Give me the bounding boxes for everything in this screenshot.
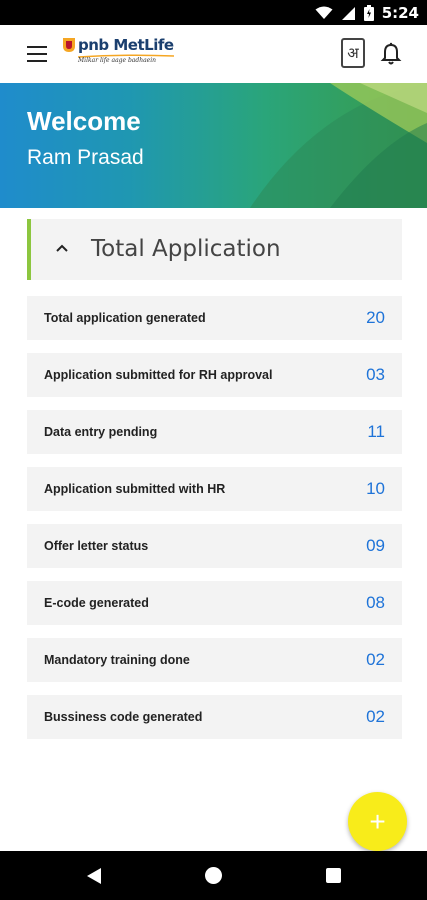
row-value: 09: [366, 536, 385, 555]
list-item[interactable]: Application submitted with HR 10: [27, 467, 402, 511]
row-label: E-code generated: [44, 596, 149, 610]
language-icon: अ: [347, 44, 359, 62]
logo-tagline: Milkar life aage badhaein: [78, 57, 156, 64]
row-value: 02: [366, 650, 385, 669]
status-time: 5:24: [381, 4, 419, 22]
bell-icon[interactable]: [380, 42, 402, 66]
list-item[interactable]: Bussiness code generated 02: [27, 695, 402, 739]
row-label: Data entry pending: [44, 425, 158, 439]
row-value: 02: [366, 707, 385, 726]
menu-icon[interactable]: [27, 46, 47, 62]
battery-icon: [363, 5, 374, 21]
row-value: 20: [366, 308, 385, 327]
home-icon[interactable]: [205, 867, 222, 884]
list-item[interactable]: Application submitted for RH approval 03: [27, 353, 402, 397]
logo-text: pnb MetLife: [78, 36, 174, 54]
list-item[interactable]: Offer letter status 09: [27, 524, 402, 568]
row-label: Bussiness code generated: [44, 710, 203, 724]
row-label: Application submitted for RH approval: [44, 368, 273, 382]
back-icon[interactable]: [86, 867, 102, 885]
system-nav-bar: [0, 851, 427, 900]
recents-icon[interactable]: [326, 868, 341, 883]
signal-icon: [341, 6, 355, 20]
logo-emblem-icon: [63, 38, 75, 52]
row-label: Total application generated: [44, 311, 206, 325]
app-bar: pnb MetLife Milkar life aage badhaein अ: [0, 25, 427, 83]
add-fab-button[interactable]: +: [348, 792, 407, 851]
row-value: 03: [366, 365, 385, 384]
row-value: 10: [366, 479, 385, 498]
row-value: 08: [366, 593, 385, 612]
status-icons: 5:24: [315, 4, 419, 22]
list-item[interactable]: E-code generated 08: [27, 581, 402, 625]
row-label: Mandatory training done: [44, 653, 190, 667]
row-label: Application submitted with HR: [44, 482, 226, 496]
application-stats-list: Total application generated 20 Applicati…: [27, 296, 402, 752]
total-application-header[interactable]: Total Application: [27, 219, 402, 280]
pnb-metlife-logo: pnb MetLife Milkar life aage badhaein: [62, 35, 174, 73]
language-toggle-button[interactable]: अ: [341, 38, 365, 68]
section-title: Total Application: [91, 236, 281, 262]
welcome-heading: Welcome: [27, 106, 141, 136]
wifi-icon: [315, 6, 333, 19]
welcome-banner: Welcome Ram Prasad: [0, 83, 427, 208]
list-item[interactable]: Data entry pending 11: [27, 410, 402, 454]
user-name: Ram Prasad: [27, 146, 144, 169]
chevron-up-icon: [56, 244, 68, 252]
list-item[interactable]: Mandatory training done 02: [27, 638, 402, 682]
plus-icon: +: [369, 805, 386, 837]
row-value: 11: [367, 422, 385, 441]
list-item[interactable]: Total application generated 20: [27, 296, 402, 340]
status-bar: 5:24: [0, 0, 427, 25]
row-label: Offer letter status: [44, 539, 149, 553]
